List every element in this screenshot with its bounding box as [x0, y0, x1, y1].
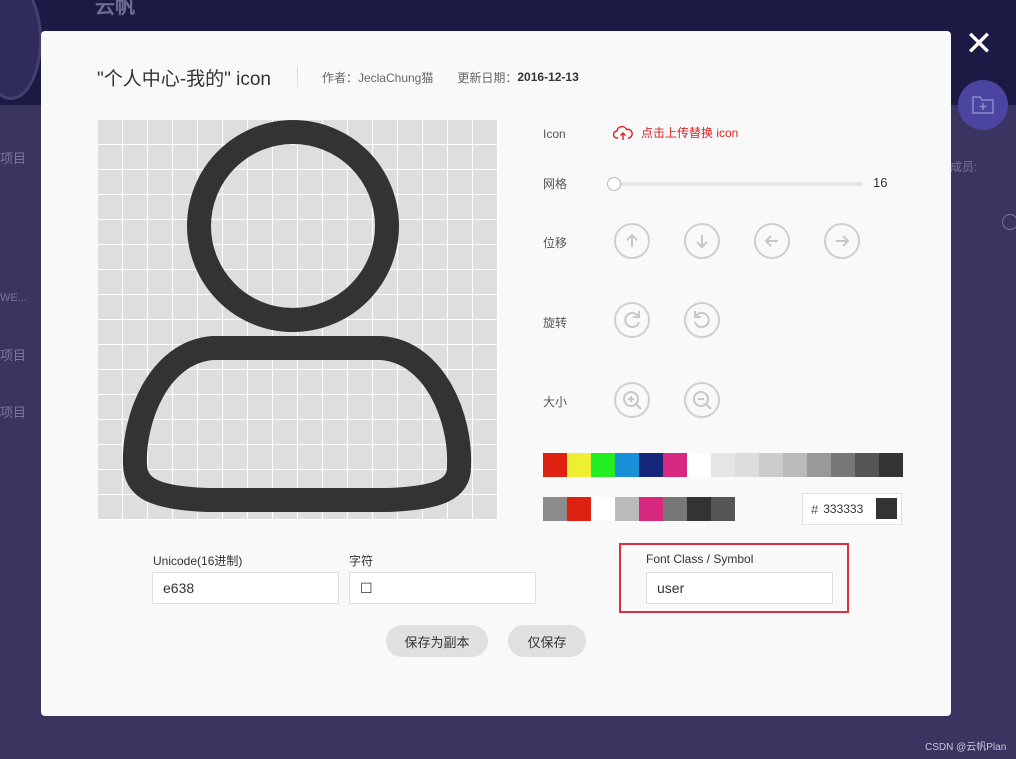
hex-color-input[interactable]: # 333333	[802, 493, 902, 525]
color-swatch[interactable]	[543, 453, 567, 477]
upload-replace-button[interactable]: 点击上传替换 icon	[613, 124, 738, 141]
move-up-button[interactable]	[614, 223, 650, 259]
color-swatch[interactable]	[711, 453, 735, 477]
color-swatch[interactable]	[615, 497, 639, 521]
grid-slider-handle[interactable]	[607, 177, 621, 191]
color-swatch[interactable]	[711, 497, 735, 521]
new-folder-button[interactable]	[958, 80, 1008, 130]
modal-title: "个人中心-我的" icon	[97, 68, 271, 90]
watermark: CSDN @云帆Plan	[925, 742, 1007, 753]
rotate-counterclockwise-button[interactable]	[684, 302, 720, 338]
save-only-button[interactable]: 仅保存	[508, 625, 586, 657]
author-label: 作者：	[321, 70, 358, 85]
grid-value: 16	[873, 175, 888, 190]
zoom-in-button[interactable]	[614, 382, 650, 418]
hex-hash: #	[811, 501, 819, 517]
char-label: 字符	[349, 554, 374, 568]
color-swatch[interactable]	[591, 497, 615, 521]
rotate-clockwise-icon	[624, 311, 640, 329]
color-swatch[interactable]	[759, 453, 783, 477]
color-swatch[interactable]	[807, 453, 831, 477]
side-item-project[interactable]: 项目	[0, 148, 26, 167]
color-swatch[interactable]	[879, 453, 903, 477]
color-swatch[interactable]	[735, 453, 759, 477]
modal-header: "个人中心-我的" icon 作者： JeclaChung猫 更新日期： 201…	[97, 65, 579, 90]
color-swatch[interactable]	[639, 497, 663, 521]
unicode-input[interactable]: e638	[152, 572, 339, 604]
arrow-down-icon	[696, 235, 708, 249]
move-label: 位移	[543, 236, 568, 250]
zoom-out-icon	[693, 391, 712, 410]
color-swatch[interactable]	[567, 453, 591, 477]
color-swatch[interactable]	[663, 497, 687, 521]
move-right-button[interactable]	[824, 223, 860, 259]
author-name[interactable]: JeclaChung猫	[358, 69, 433, 86]
move-left-button[interactable]	[754, 223, 790, 259]
upload-label: 点击上传替换 icon	[641, 126, 739, 140]
color-palette-row-1	[543, 453, 903, 477]
color-swatch[interactable]	[591, 453, 615, 477]
arrow-up-icon	[626, 233, 638, 247]
side-item-we[interactable]: WE...	[0, 292, 27, 304]
user-icon	[122, 120, 472, 512]
icon-edit-modal: "个人中心-我的" icon 作者： JeclaChung猫 更新日期： 201…	[41, 31, 951, 716]
side-item-project-3[interactable]: 项目	[0, 402, 26, 421]
arrow-right-icon	[836, 235, 850, 247]
color-swatch[interactable]	[543, 497, 567, 521]
cloud-upload-icon	[613, 125, 633, 140]
rotate-counterclockwise-icon	[694, 311, 710, 329]
move-down-button[interactable]	[684, 223, 720, 259]
zoom-out-button[interactable]	[684, 382, 720, 418]
date-value: 2016-12-13	[517, 70, 579, 84]
side-item-project-2[interactable]: 项目	[0, 345, 26, 364]
size-label: 大小	[543, 395, 568, 409]
rotate-label: 旋转	[543, 316, 568, 330]
color-palette-row-2	[543, 497, 735, 521]
grid-slider-track[interactable]	[613, 182, 863, 186]
hex-value: 333333	[823, 502, 864, 516]
font-class-label: Font Class / Symbol	[646, 552, 754, 566]
folder-add-icon	[972, 96, 994, 114]
char-input[interactable]: ☐	[349, 572, 536, 604]
app-brand: 云帆	[95, 0, 135, 18]
font-class-input[interactable]: user	[646, 572, 833, 604]
icon-grid-canvas[interactable]	[98, 120, 498, 520]
info-icon[interactable]	[1002, 214, 1016, 230]
date-label: 更新日期：	[457, 70, 518, 85]
close-modal-button[interactable]: ✕	[964, 27, 994, 61]
color-swatch[interactable]	[687, 453, 711, 477]
color-swatch[interactable]	[855, 453, 879, 477]
color-swatch[interactable]	[639, 453, 663, 477]
members-label: 成员:	[950, 160, 978, 174]
color-swatch[interactable]	[831, 453, 855, 477]
color-swatch[interactable]	[615, 453, 639, 477]
title-divider	[296, 67, 298, 87]
arrow-left-icon	[764, 235, 778, 247]
color-swatch[interactable]	[687, 497, 711, 521]
save-as-copy-button[interactable]: 保存为副本	[386, 625, 488, 657]
icon-label: Icon	[543, 127, 566, 141]
unicode-label: Unicode(16进制)	[153, 554, 243, 568]
zoom-in-icon	[623, 391, 642, 410]
color-preview[interactable]	[876, 498, 897, 519]
grid-label: 网格	[543, 177, 568, 191]
color-swatch[interactable]	[783, 453, 807, 477]
rotate-clockwise-button[interactable]	[614, 302, 650, 338]
color-swatch[interactable]	[663, 453, 687, 477]
color-swatch[interactable]	[567, 497, 591, 521]
